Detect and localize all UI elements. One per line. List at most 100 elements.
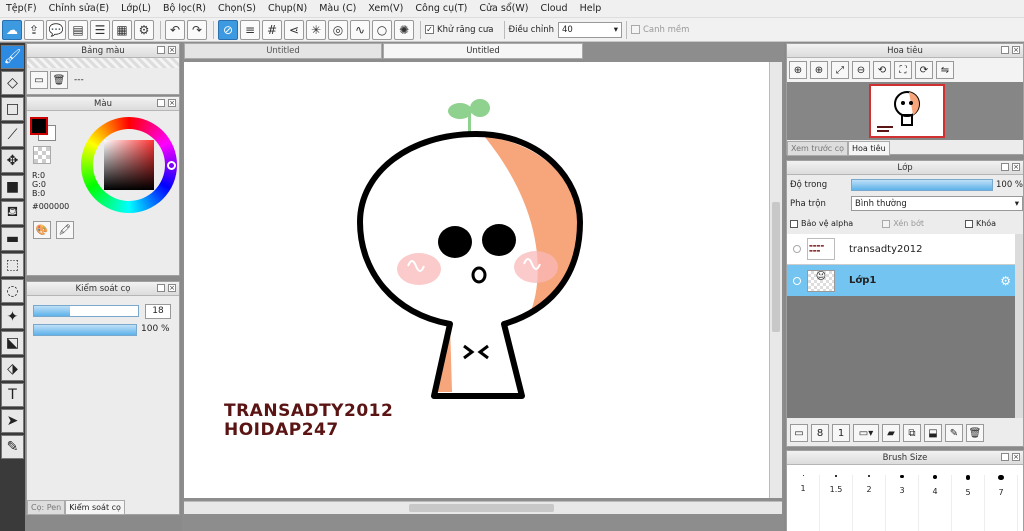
adjust-select[interactable]: 40 ▾ [557, 21, 622, 38]
drawing-canvas[interactable]: TRANSADTY2012 HOIDAP247 [184, 62, 769, 498]
perspective-icon[interactable]: ⋖ [284, 19, 304, 40]
close-icon[interactable]: × [1012, 453, 1020, 461]
new-swatch-icon[interactable]: ▭ [30, 71, 48, 89]
tab-untitled-1[interactable]: Untitled [184, 43, 382, 59]
move-tool-icon[interactable]: ✥ [1, 149, 24, 173]
tab-navigator[interactable]: Hoa tiêu [848, 141, 890, 156]
menu-cloud[interactable]: Cloud [534, 3, 573, 14]
vertical-scrollbar[interactable] [769, 62, 782, 498]
size-slider[interactable] [33, 305, 139, 317]
eyedropper-icon[interactable]: ✎ [1, 435, 24, 459]
float-icon[interactable] [1001, 453, 1009, 461]
vertical-scroll-thumb[interactable] [772, 202, 780, 332]
protect-alpha-checkbox[interactable] [790, 219, 798, 228]
brush-size-cell[interactable]: 3 [886, 475, 919, 531]
merge-layer-icon[interactable]: ⬓ [924, 424, 942, 442]
text-tool-icon[interactable]: T [1, 383, 24, 407]
rotate-left-icon[interactable]: ⟲ [873, 61, 891, 79]
brush-size-cell[interactable]: 1.5 [820, 475, 853, 531]
visibility-icon[interactable] [793, 245, 801, 253]
saturation-square[interactable] [104, 140, 154, 190]
settings-icon[interactable]: ⚙ [134, 19, 154, 40]
delete-layer-icon[interactable]: 🗑 [966, 424, 984, 442]
tab-brush-pen[interactable]: Cọ: Pen [27, 500, 66, 515]
menu-select[interactable]: Chọn(S) [212, 3, 262, 14]
float-icon[interactable] [157, 46, 165, 54]
new-8bit-layer-icon[interactable]: 8 [811, 424, 829, 442]
clear-layer-icon[interactable]: ✎ [945, 424, 963, 442]
float-icon[interactable] [1001, 163, 1009, 171]
snap-icon[interactable]: ✺ [394, 19, 414, 40]
rotate-right-icon[interactable]: ⟳ [915, 61, 933, 79]
fill-rect-icon[interactable]: ■ [1, 175, 24, 199]
menu-view[interactable]: Xem(V) [362, 3, 409, 14]
layer-settings-icon[interactable]: ⚙ [1000, 274, 1011, 288]
redo-icon[interactable]: ↷ [187, 19, 207, 40]
transparent-color[interactable] [33, 146, 51, 164]
foreground-color[interactable] [30, 117, 48, 135]
new-1bit-layer-icon[interactable]: 1 [832, 424, 850, 442]
curve-icon[interactable]: ∿ [350, 19, 370, 40]
layer-opacity-slider[interactable] [851, 179, 993, 191]
horizontal-scroll-thumb[interactable] [409, 504, 554, 512]
line-tool-icon[interactable]: ⟋ [1, 123, 24, 147]
chat-icon[interactable]: 💬 [46, 19, 66, 40]
new-layer-icon[interactable]: ▭ [790, 424, 808, 442]
reset-icon[interactable]: ⛶ [894, 61, 912, 79]
navigator-viewport[interactable] [869, 84, 945, 138]
menu-edit[interactable]: Chỉnh sửa(E) [43, 3, 116, 14]
menu-window[interactable]: Cửa sổ(W) [473, 3, 534, 14]
tab-untitled-2[interactable]: Untitled [383, 43, 583, 59]
palette-icon[interactable]: 🎨 [33, 221, 51, 239]
export-icon[interactable]: ⇪ [24, 19, 44, 40]
blend-select[interactable]: Bình thường ▾ [851, 196, 1023, 211]
select-pen-icon[interactable]: ⬕ [1, 331, 24, 355]
parallel-ruler-icon[interactable]: ≡ [240, 19, 260, 40]
hue-wheel[interactable] [81, 117, 177, 213]
menu-layer[interactable]: Lớp(L) [115, 3, 157, 14]
ellipse-icon[interactable]: ○ [372, 19, 392, 40]
zoom-out-icon[interactable]: ⊖ [852, 61, 870, 79]
lasso-icon[interactable]: ◌ [1, 279, 24, 303]
clipping-checkbox[interactable] [882, 219, 891, 228]
layer-row[interactable]: ▬▬▬▬ ▬▬▬ transadty2012 [787, 234, 1015, 265]
list-icon[interactable]: ☰ [90, 19, 110, 40]
new-special-layer-icon[interactable]: ▭▾ [853, 424, 879, 442]
copy-layer-icon[interactable]: ⧉ [903, 424, 921, 442]
menu-help[interactable]: Help [574, 3, 608, 14]
marquee-icon[interactable]: ⬚ [1, 253, 24, 277]
magic-wand-icon[interactable]: ✦ [1, 305, 24, 329]
brush-size-cell[interactable]: 2 [853, 475, 886, 531]
brush-size-cell[interactable]: 1 [787, 475, 820, 531]
brush-size-cell[interactable]: 4 [919, 475, 952, 531]
grid-icon[interactable]: ▦ [112, 19, 132, 40]
palette-edit-icon[interactable]: 🖍 [56, 221, 74, 239]
menu-capture[interactable]: Chụp(N) [262, 3, 313, 14]
layer-row-selected[interactable]: ☺ Lớp1 ⚙ [787, 265, 1015, 296]
navigator-preview[interactable] [787, 82, 1023, 140]
bucket-tool-icon[interactable]: ⛾ [1, 201, 24, 225]
eraser-tool-icon[interactable]: ◇ [1, 71, 24, 95]
grid-ruler-icon[interactable]: # [262, 19, 282, 40]
select-rect-icon[interactable]: □ [1, 97, 24, 121]
new-folder-icon[interactable]: ▰ [882, 424, 900, 442]
radial-icon[interactable]: ✳ [306, 19, 326, 40]
close-icon[interactable]: × [1012, 46, 1020, 54]
hue-handle[interactable] [167, 161, 176, 170]
float-icon[interactable] [157, 99, 165, 107]
tab-brush-control[interactable]: Kiểm soát cọ [65, 500, 125, 515]
concentric-icon[interactable]: ◎ [328, 19, 348, 40]
size-value[interactable]: 18 [145, 304, 171, 319]
lock-checkbox[interactable] [964, 219, 973, 228]
tab-brush-preview[interactable]: Xem trước cọ [787, 141, 849, 156]
brush-size-cell[interactable]: 5 [952, 475, 985, 531]
undo-icon[interactable]: ↶ [165, 19, 185, 40]
zoom-in-alt-icon[interactable]: ⊕ [810, 61, 828, 79]
cloud-icon[interactable]: ☁ [2, 19, 22, 40]
delete-swatch-icon[interactable]: 🗑 [50, 71, 68, 89]
opacity-slider[interactable] [33, 324, 137, 336]
float-icon[interactable] [157, 284, 165, 292]
no-guide-icon[interactable]: ⊘ [218, 19, 238, 40]
select-eraser-icon[interactable]: ⬗ [1, 357, 24, 381]
horizontal-scrollbar[interactable] [184, 501, 782, 514]
